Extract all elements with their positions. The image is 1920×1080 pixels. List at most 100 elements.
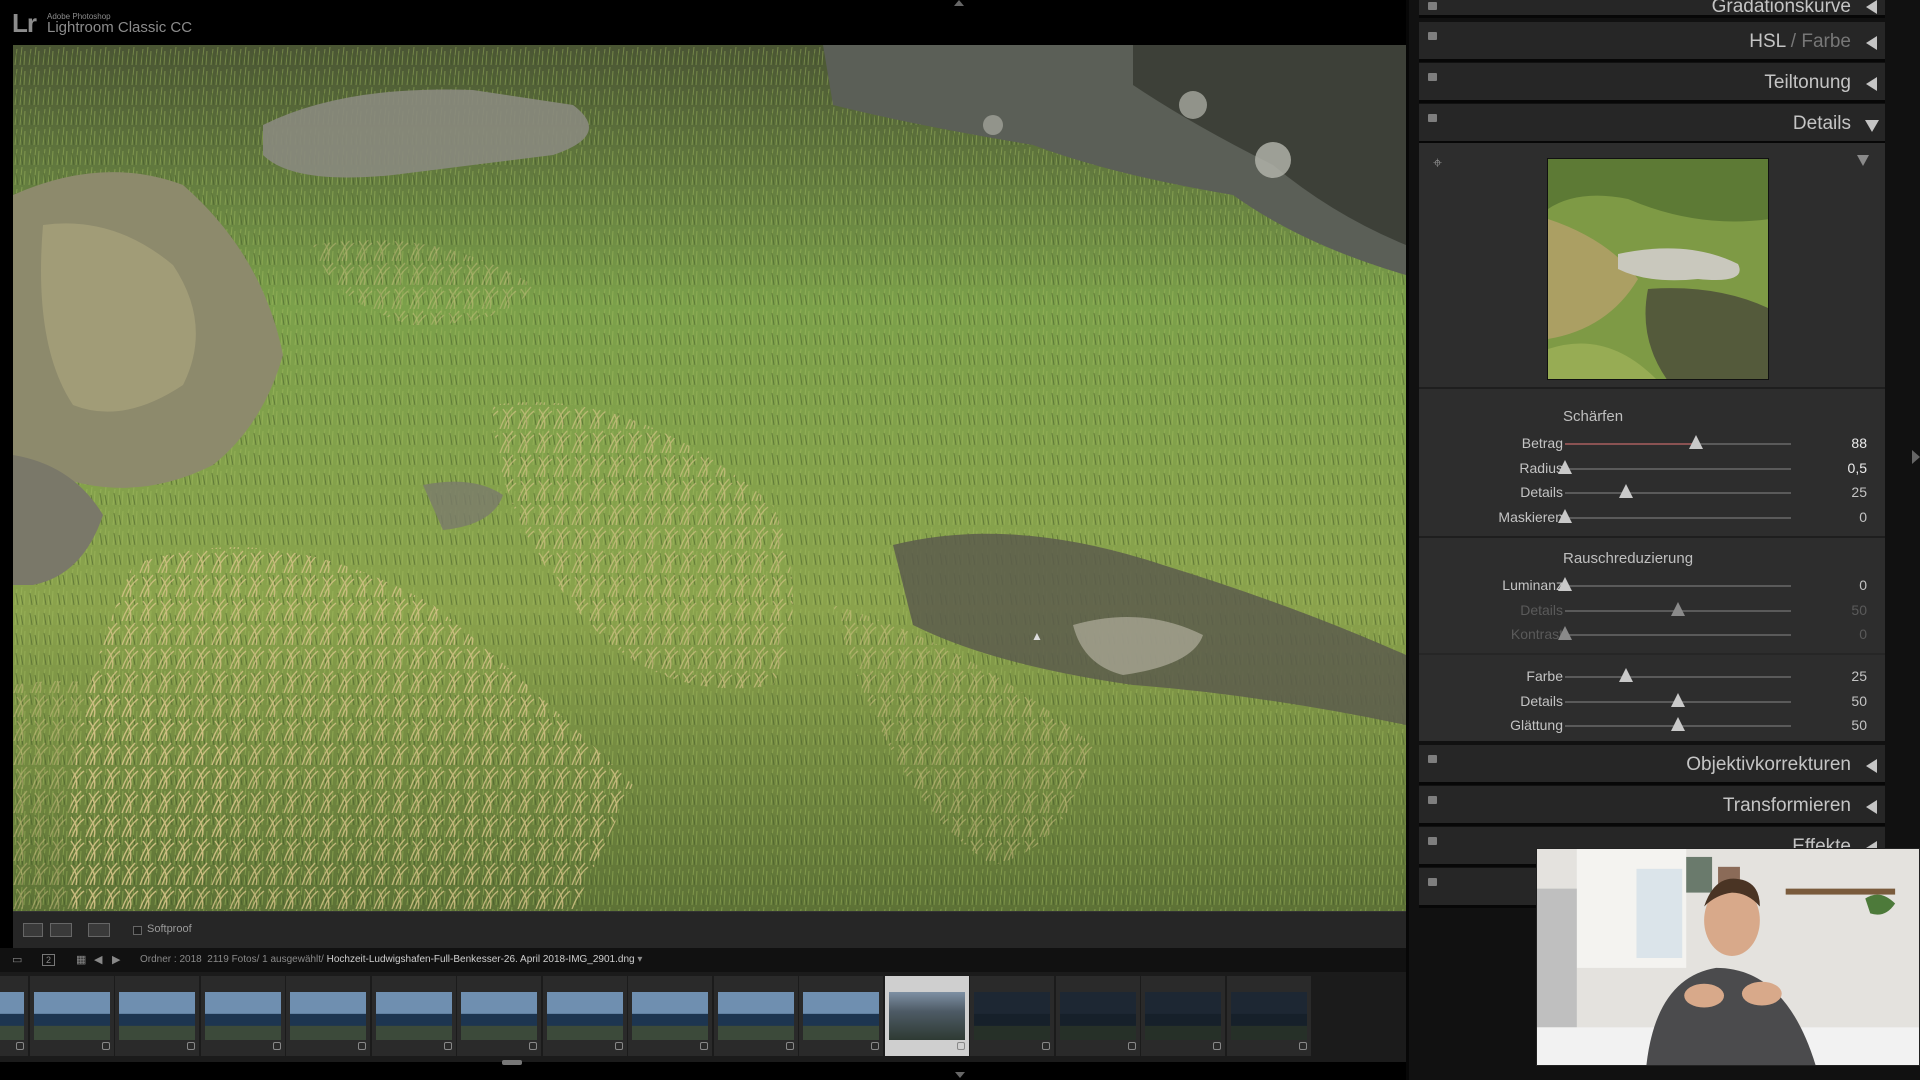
slider-value[interactable]: 50 (1851, 717, 1867, 733)
slider-row-maskieren[interactable]: Maskieren 0 (1419, 506, 1885, 530)
slider-value[interactable]: 0,5 (1848, 460, 1867, 476)
main-photo-view[interactable]: ▲ (13, 45, 1406, 911)
section-teiltonung[interactable]: Teiltonung (1419, 63, 1885, 103)
slider-thumb[interactable] (1619, 668, 1634, 682)
detail-preview-image[interactable] (1547, 158, 1769, 380)
filmstrip-thumbnail[interactable] (0, 976, 28, 1056)
slider-thumb[interactable] (1689, 435, 1704, 449)
slider-value[interactable]: 0 (1859, 577, 1867, 593)
softproof-checkbox[interactable] (133, 926, 142, 935)
loupe-view-button[interactable] (23, 923, 43, 937)
slider-thumb[interactable] (1558, 460, 1572, 474)
slider-track[interactable] (1565, 468, 1791, 470)
slider-row-details[interactable]: Details 25 (1419, 481, 1885, 505)
slider-thumb[interactable] (1671, 602, 1685, 616)
right-panel-toggle-icon[interactable] (1912, 450, 1920, 464)
slider-row-kontrast[interactable]: Kontrast 0 (1419, 623, 1885, 647)
edit-badge-icon (101, 1042, 110, 1050)
filmstrip-thumbnail[interactable] (1226, 976, 1311, 1056)
compare-view-button[interactable] (50, 923, 72, 937)
before-after-view-button[interactable] (88, 923, 110, 937)
main-monitor-icon[interactable]: ▭ (12, 953, 22, 966)
section-gradationskurve[interactable]: Gradationskurve (1419, 0, 1885, 18)
section-details[interactable]: Details (1419, 104, 1885, 144)
slider-value[interactable]: 50 (1851, 602, 1867, 618)
expand-triangle-icon[interactable] (1865, 120, 1879, 132)
slider-value[interactable]: 50 (1851, 693, 1867, 709)
collapse-triangle-icon[interactable] (1866, 0, 1877, 14)
collapse-triangle-icon[interactable] (1866, 77, 1877, 91)
slider-track[interactable] (1565, 585, 1791, 587)
second-monitor-icon[interactable]: 2 (42, 954, 56, 966)
filmstrip-thumbnail[interactable] (542, 976, 627, 1056)
edit-badge-icon (187, 1042, 195, 1050)
target-adjust-icon[interactable]: ⌖ (1433, 155, 1442, 173)
filmstrip-thumbnail[interactable] (371, 976, 456, 1056)
thumbnail-image (375, 992, 452, 1040)
collapse-triangle-icon[interactable] (1866, 36, 1877, 50)
slider-thumb[interactable] (1671, 717, 1685, 731)
preview-toggle-icon[interactable] (1857, 155, 1869, 166)
section-title: HSL / Farbe (1749, 31, 1851, 52)
section-toggle-switch[interactable] (1428, 878, 1437, 886)
slider-thumb[interactable] (1558, 577, 1572, 591)
section-objektivkorrekturen[interactable]: Objektivkorrekturen (1419, 745, 1885, 785)
section-toggle-switch[interactable] (1428, 73, 1437, 81)
slider-value[interactable]: 0 (1859, 509, 1867, 525)
slider-label: Kontrast (1510, 626, 1563, 642)
section-transformieren[interactable]: Transformieren (1419, 786, 1885, 826)
collapse-triangle-icon[interactable] (1866, 800, 1877, 814)
filmstrip-scrollbar[interactable] (502, 1060, 522, 1065)
slider-row-farbe[interactable]: Farbe 25 (1419, 665, 1885, 689)
slider-row-betrag[interactable]: Betrag 88 (1419, 432, 1885, 456)
filmstrip-thumbnail[interactable] (200, 976, 285, 1056)
top-panel-toggle-icon[interactable] (954, 0, 964, 6)
filmstrip-thumbnail[interactable] (970, 976, 1054, 1056)
slider-value[interactable]: 0 (1859, 626, 1867, 642)
section-toggle-switch[interactable] (1428, 796, 1437, 804)
filmstrip-thumbnail[interactable] (884, 976, 969, 1056)
thumbnail-image (204, 992, 281, 1040)
slider-thumb[interactable] (1558, 509, 1572, 523)
slider-row-glättung[interactable]: Glättung 50 (1419, 714, 1885, 738)
slider-value[interactable]: 25 (1851, 668, 1867, 684)
slider-thumb[interactable] (1619, 484, 1634, 498)
slider-value[interactable]: 25 (1851, 484, 1867, 500)
section-toggle-switch[interactable] (1428, 837, 1437, 845)
section-toggle-switch[interactable] (1428, 755, 1437, 763)
filmstrip-thumbnail[interactable] (115, 976, 199, 1056)
slider-thumb[interactable] (1558, 626, 1572, 640)
filmstrip-thumbnail[interactable] (457, 976, 541, 1056)
slider-track[interactable] (1565, 634, 1791, 636)
bottom-panel-toggle-icon[interactable] (955, 1072, 965, 1078)
section-hsl-farbe[interactable]: HSL / Farbe (1419, 22, 1885, 62)
filmstrip-thumbnail[interactable] (713, 976, 798, 1056)
slider-value[interactable]: 88 (1851, 435, 1867, 451)
slider-row-luminanz[interactable]: Luminanz 0 (1419, 574, 1885, 598)
slider-row-radius[interactable]: Radius 0,5 (1419, 457, 1885, 481)
collapse-triangle-icon[interactable] (1866, 759, 1877, 773)
filmstrip-thumbnail[interactable] (1055, 976, 1140, 1056)
slider-thumb[interactable] (1671, 693, 1685, 707)
forward-arrow-icon[interactable]: ▶ (112, 953, 120, 966)
slider-row-details[interactable]: Details 50 (1419, 599, 1885, 623)
filmstrip-thumbnail[interactable] (628, 976, 712, 1056)
filmstrip-thumbnail[interactable] (286, 976, 370, 1056)
filmstrip-thumbnail[interactable] (1141, 976, 1225, 1056)
slider-track[interactable] (1565, 676, 1791, 678)
webcam-overlay (1536, 848, 1920, 1066)
section-toggle-switch[interactable] (1428, 114, 1437, 122)
slider-row-details[interactable]: Details 50 (1419, 690, 1885, 714)
source-info[interactable]: Ordner : 2018 2119 Fotos/ 1 ausgewählt/ … (140, 954, 642, 965)
thumbnail-image (1059, 992, 1136, 1040)
filmstrip-thumbnail[interactable] (799, 976, 883, 1056)
slider-label: Details (1520, 602, 1563, 618)
back-arrow-icon[interactable]: ◀ (94, 953, 102, 966)
filmstrip-thumbnail[interactable] (29, 976, 114, 1056)
slider-track[interactable] (1565, 517, 1791, 519)
grid-view-icon[interactable]: ▦ (76, 953, 86, 966)
slider-track[interactable] (1565, 492, 1791, 494)
section-toggle-switch[interactable] (1428, 2, 1437, 10)
thumbnail-image (888, 992, 965, 1040)
section-toggle-switch[interactable] (1428, 32, 1437, 40)
